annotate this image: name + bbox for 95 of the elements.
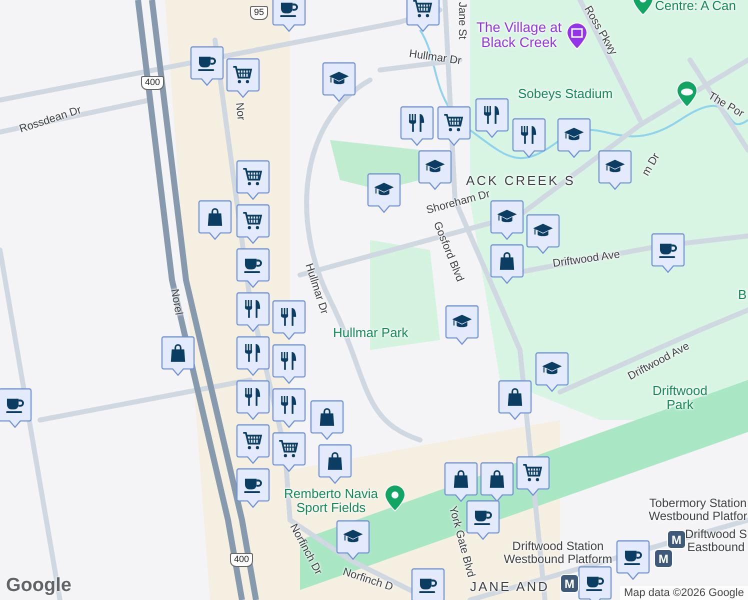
metro-stop-sign[interactable]: M	[667, 530, 686, 549]
map-pin-icon[interactable]	[384, 484, 406, 512]
graduation-cap-icon	[374, 182, 394, 196]
street-label: Jane St	[456, 2, 468, 40]
cup-icon	[198, 56, 216, 71]
fork-and-knife-icon	[484, 105, 500, 124]
street-label: Driftwood Ave	[552, 248, 621, 270]
map-marker[interactable]	[161, 336, 195, 377]
shopping-cart-icon	[279, 440, 298, 458]
highway-shield: 400	[230, 553, 254, 567]
map-marker[interactable]	[310, 400, 344, 441]
place-label: The Village at Black Creek	[476, 20, 562, 51]
map-marker[interactable]	[367, 173, 401, 214]
fork-and-knife-icon	[244, 343, 260, 362]
fork-and-knife-icon	[520, 125, 536, 144]
map-marker[interactable]	[272, 344, 306, 385]
place-label: Remberto Navia Sport Fields	[283, 487, 379, 516]
graduation-cap-icon	[452, 314, 472, 328]
shopping-bag-icon	[208, 208, 222, 226]
street-label: York Gate Blvd	[446, 505, 477, 579]
place-label: ACK CREEK S	[466, 174, 576, 188]
map-marker[interactable]	[437, 106, 471, 147]
cup-icon	[6, 398, 24, 413]
map-attribution: Map data ©2026 Google	[620, 586, 748, 600]
shopping-cart-icon	[243, 432, 262, 450]
shopping-bag-icon	[500, 252, 514, 270]
graduation-cap-icon	[542, 362, 562, 374]
metro-stop-sign[interactable]: M	[560, 574, 579, 593]
map-marker[interactable]	[418, 150, 452, 191]
street-label: Hullmar Dr	[302, 262, 330, 316]
map-marker[interactable]	[400, 106, 434, 147]
fork-and-knife-icon	[280, 307, 296, 326]
place-label: Centre: A Can	[655, 0, 736, 14]
shopping-bag-icon	[170, 344, 186, 362]
fork-and-knife-icon	[280, 351, 296, 370]
place-label: Hullmar Park	[333, 326, 408, 340]
map-logo: Google	[6, 575, 72, 597]
shopping-cart-icon	[413, 0, 432, 18]
shopping-cart-icon	[523, 464, 542, 482]
cup-icon	[624, 550, 642, 565]
fork-and-knife-icon	[244, 387, 260, 406]
fork-and-knife-icon	[280, 395, 296, 414]
shopping-cart-icon	[444, 114, 464, 132]
cup-icon	[244, 478, 262, 493]
street-label: The Por	[706, 90, 746, 120]
station-label: Tobermory Station Westbound Platfor	[648, 497, 748, 524]
graduation-cap-icon	[564, 128, 584, 140]
street-label: Norel	[168, 288, 185, 316]
graduation-cap-icon	[497, 210, 517, 222]
map-marker[interactable]	[322, 62, 356, 103]
shopping-cart-icon	[243, 168, 262, 186]
cup-icon	[244, 258, 262, 273]
cup-icon	[474, 510, 492, 525]
street-label: Shoreham Dr	[425, 188, 492, 217]
map-marker[interactable]	[406, 0, 440, 33]
cup-icon	[419, 578, 437, 593]
station-label: Driftwood Station Westbound Platform	[502, 540, 614, 566]
place-label: JANE AND	[470, 580, 550, 594]
highway-shield: 95	[250, 6, 268, 20]
map-marker[interactable]	[411, 568, 445, 600]
map-marker[interactable]	[498, 380, 532, 421]
place-label: B	[738, 288, 747, 302]
map-marker[interactable]	[272, 0, 306, 33]
stadium-icon[interactable]	[676, 80, 698, 108]
fork-and-knife-icon	[408, 113, 424, 132]
graduation-cap-icon	[425, 160, 445, 172]
map-marker[interactable]	[272, 388, 306, 429]
graduation-cap-icon	[343, 530, 363, 542]
graduation-cap-icon	[533, 224, 553, 236]
street-label: Nor	[232, 102, 247, 121]
map-marker[interactable]	[578, 566, 612, 600]
shopping-bag-icon	[454, 470, 468, 488]
cup-icon	[586, 576, 604, 591]
shopping-bag-icon	[320, 408, 334, 426]
fork-and-knife-icon	[244, 299, 260, 318]
map-marker[interactable]	[616, 540, 650, 581]
place-label: Driftwood Park	[652, 384, 708, 413]
shopping-bag-icon	[328, 452, 342, 470]
shopping-bag-icon	[490, 470, 504, 488]
shopping-bag-icon	[508, 388, 522, 406]
map-marker[interactable]	[0, 388, 32, 429]
place-label: Sobeys Stadium	[518, 87, 613, 102]
cup-icon	[280, 2, 298, 17]
map-marker[interactable]	[272, 300, 306, 341]
metro-stop-sign[interactable]: M	[654, 549, 673, 568]
graduation-cap-icon	[605, 160, 625, 172]
map-marker[interactable]	[445, 305, 479, 346]
cup-icon	[659, 244, 677, 258]
station-label: Driftwood S Eastbound	[684, 528, 748, 554]
street-label: m Dr	[640, 151, 662, 178]
graduation-cap-icon	[329, 72, 349, 84]
shopping-cart-icon	[233, 66, 252, 84]
shopping-cart-icon	[243, 212, 262, 230]
highway-shield: 400	[141, 76, 164, 90]
street-label: Hullmar Dr	[408, 48, 462, 68]
